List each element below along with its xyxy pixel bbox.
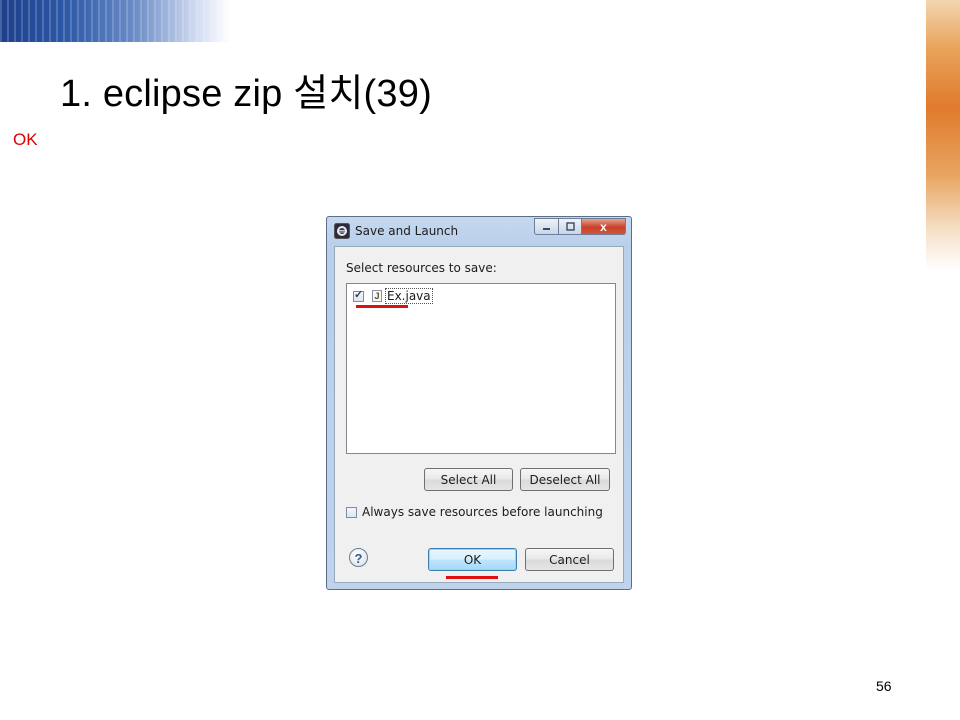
minimize-icon <box>543 228 550 230</box>
always-save-checkbox[interactable] <box>346 507 357 518</box>
maximize-icon <box>565 222 575 231</box>
dialog-title: Save and Launch <box>355 224 459 238</box>
close-icon: x <box>600 219 607 234</box>
select-all-button[interactable]: Select All <box>424 468 513 491</box>
eclipse-icon <box>334 223 350 239</box>
cancel-button[interactable]: Cancel <box>525 548 614 571</box>
help-icon[interactable]: ? <box>349 548 368 567</box>
page-number: 56 <box>876 678 892 694</box>
highlight-underline-file <box>356 305 408 308</box>
save-and-launch-dialog: Save and Launch x Select resources to sa… <box>326 216 632 590</box>
dialog-body: Select resources to save: J Ex.java Sele… <box>334 246 624 583</box>
cancel-label: Cancel <box>549 552 590 567</box>
always-save-label[interactable]: Always save resources before launching <box>362 505 603 519</box>
slide-top-decoration <box>0 0 230 42</box>
resources-list[interactable]: J Ex.java <box>346 283 616 454</box>
slide-side-decoration <box>926 0 960 270</box>
resources-label: Select resources to save: <box>346 261 497 275</box>
window-controls: x <box>534 218 626 235</box>
slide-note: OK <box>13 130 38 149</box>
minimize-button[interactable] <box>534 218 559 235</box>
deselect-all-button[interactable]: Deselect All <box>520 468 610 491</box>
close-button[interactable]: x <box>582 218 626 235</box>
highlight-underline-ok <box>446 576 498 579</box>
ok-button[interactable]: OK <box>428 548 517 571</box>
dialog-titlebar[interactable]: Save and Launch x <box>327 217 631 245</box>
list-item[interactable]: J Ex.java <box>353 288 433 304</box>
select-all-label: Select All <box>440 472 497 487</box>
java-file-icon: J <box>372 290 382 302</box>
maximize-button[interactable] <box>559 218 582 235</box>
deselect-all-label: Deselect All <box>529 472 601 487</box>
slide-title: 1. eclipse zip 설치(39) <box>60 73 432 115</box>
resource-name: Ex.java <box>385 288 433 304</box>
ok-label: OK <box>463 552 482 567</box>
resource-checkbox[interactable] <box>353 288 364 302</box>
